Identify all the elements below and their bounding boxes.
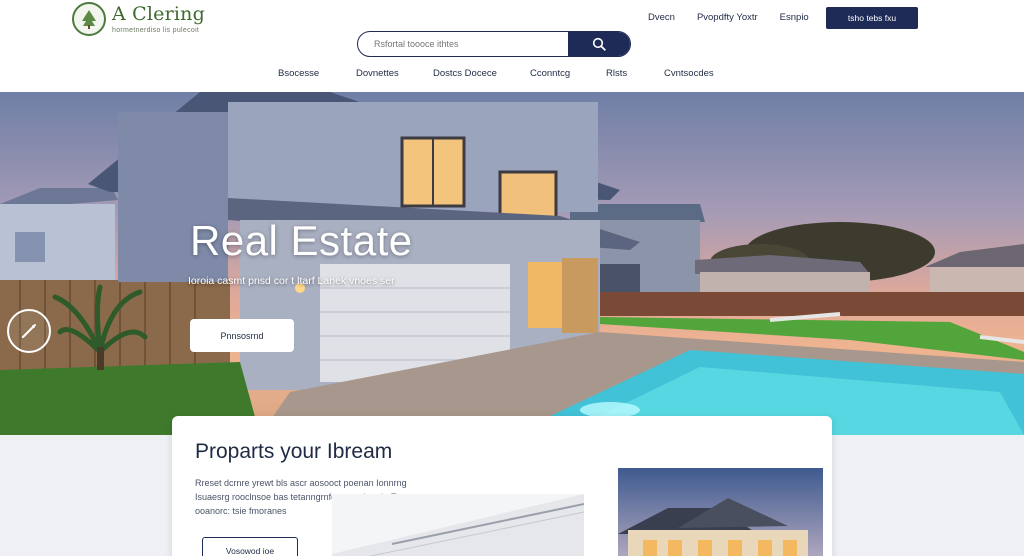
house-photo [618,468,823,556]
feature-button[interactable]: Vosowod ioe [202,537,298,556]
search-button[interactable] [568,32,630,56]
hero-cta-button[interactable]: Pnnsosrnd [190,319,294,352]
feature-title: Proparts your Ibream [195,440,393,463]
search-input[interactable] [358,32,568,56]
search-bar [357,31,631,57]
top-links: Dvecn Pvopdfty Yoxtr Esnpio [648,12,809,23]
nav-item-4[interactable]: Cconntcg [530,68,606,79]
top-link-property[interactable]: Pvopdfty Yoxtr [697,12,758,23]
top-link-explore[interactable]: Esnpio [780,12,809,23]
search-icon [592,37,606,51]
nav-item-5[interactable]: Rlsts [606,68,664,79]
logo-name: A Clering [112,2,205,25]
logo-tagline: hormetnerdiso lis pulecoit [112,26,200,34]
tree-logo-icon [72,2,106,36]
hero-banner: Real Estate Ioroia casmt pnsd cor t ltar… [0,92,1024,435]
nav-item-1[interactable]: Bsocesse [278,68,356,79]
site-header: A Clering hormetnerdiso lis pulecoit Dve… [0,0,1024,92]
hero-title: Real Estate [190,217,413,264]
nav-item-2[interactable]: Dovnettes [356,68,433,79]
nav-item-6[interactable]: Cvntsocdes [664,68,714,79]
main-nav: Bsocesse Dovnettes Dostcs Docece Cconntc… [278,68,714,79]
header-cta-button[interactable]: tsho tebs fxu [826,7,918,29]
feature-card: Proparts your Ibream Rreset dcrnre yrewt… [172,416,832,556]
top-link-home[interactable]: Dvecn [648,12,675,23]
compass-icon[interactable] [7,309,51,353]
hero-house-image [0,92,1024,435]
nav-item-3[interactable]: Dostcs Docece [433,68,530,79]
interior-image [332,494,584,556]
logo[interactable]: A Clering hormetnerdiso lis pulecoit [72,2,205,36]
hero-subtitle: Ioroia casmt pnsd cor t ltarf Lanek vnoe… [188,275,395,287]
